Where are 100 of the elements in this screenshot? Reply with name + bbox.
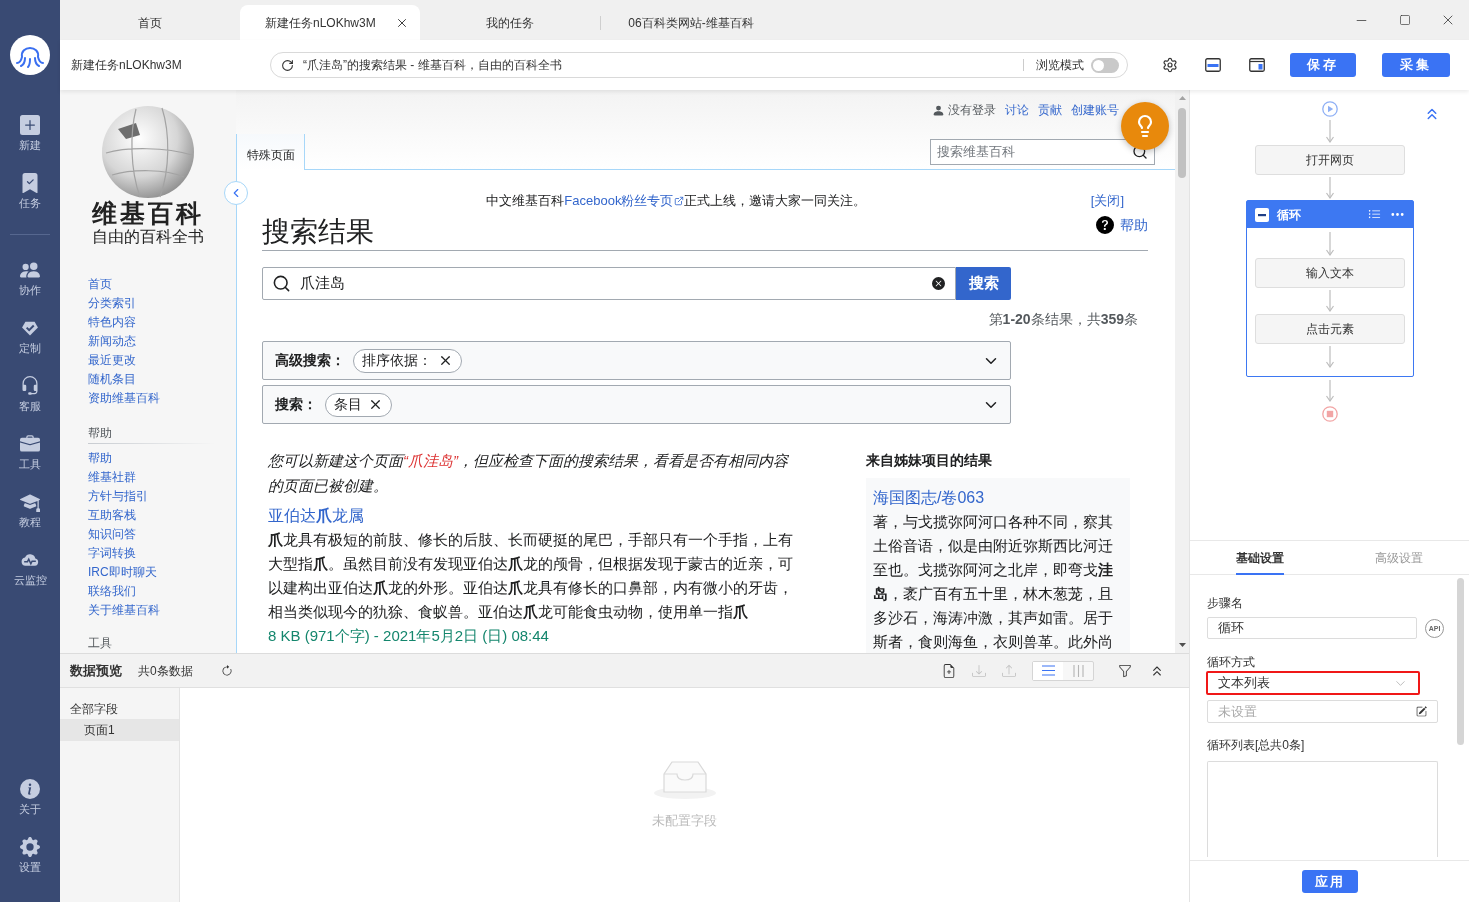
view-mode-button[interactable] <box>1033 661 1063 680</box>
scroll-down-icon[interactable] <box>1178 643 1186 647</box>
help-link[interactable]: 帮助 <box>1096 216 1148 234</box>
start-icon <box>1321 101 1338 117</box>
arrow-connector <box>1324 232 1335 256</box>
sidebar-item[interactable]: 教程 <box>0 481 60 539</box>
sidebar-item[interactable]: 新建 <box>0 104 60 162</box>
empty-inbox-icon <box>651 758 718 800</box>
add-file-icon[interactable] <box>942 663 956 678</box>
briefcase-icon <box>20 433 40 454</box>
clear-icon[interactable] <box>932 277 945 290</box>
nav-link[interactable]: 首页 <box>88 275 112 294</box>
nav-link[interactable]: 分类索引 <box>88 294 136 313</box>
sidebar-item[interactable]: 工具 <box>0 423 60 481</box>
collect-button[interactable]: 采集 <box>1382 53 1450 77</box>
settings-tab[interactable]: 基础设置 <box>1190 541 1330 574</box>
field-label: 步骤名 <box>1207 596 1244 610</box>
result-title-link[interactable]: 亚伯达爪龙属 <box>268 506 364 526</box>
scrollbar-thumb[interactable] <box>1178 108 1186 178</box>
sidebar-item[interactable]: 云监控 <box>0 539 60 597</box>
remove-icon[interactable] <box>438 353 453 368</box>
page-tab[interactable]: 特殊页面 <box>236 134 305 170</box>
search-icon <box>272 274 291 293</box>
nav-link[interactable]: 关于维基百科 <box>88 601 160 620</box>
personal-link[interactable]: 创建账号 <box>1071 101 1119 119</box>
preview-title: 数据预览 <box>70 661 122 680</box>
close-link[interactable]: [关闭] <box>1090 192 1124 210</box>
portal-heading: 帮助 <box>88 425 112 442</box>
filter-bar[interactable]: 搜索： 条目 <box>262 385 1011 424</box>
filter-label: 高级搜索： <box>275 351 345 370</box>
page-scrollbar[interactable] <box>1175 90 1189 653</box>
nav-link[interactable]: 互助客栈 <box>88 506 136 525</box>
save-button[interactable]: 保存 <box>1290 53 1356 77</box>
nav-link[interactable]: 联络我们 <box>88 582 136 601</box>
nav-link[interactable]: 维基社群 <box>88 468 136 487</box>
nav-link[interactable]: 方针与指引 <box>88 487 148 506</box>
search-placeholder: 搜索维基百科 <box>937 143 1015 162</box>
arrow-connector <box>1324 290 1335 312</box>
step-name-field[interactable]: 循环 <box>1207 617 1417 639</box>
sister-result-link[interactable]: 海国图志/卷063 <box>873 486 985 510</box>
nav-link[interactable]: 资助维基百科 <box>88 389 160 408</box>
browser-tab[interactable]: 06百科类网站-维基百科 <box>601 5 781 40</box>
portal-heading: 工具 <box>88 635 112 652</box>
filter-bar[interactable]: 高级搜索： 排序依据： <box>262 341 1011 380</box>
browser-tab[interactable]: 新建任务nLOKhw3M <box>240 5 420 40</box>
settings-icon[interactable] <box>1162 57 1178 73</box>
sidebar-item[interactable]: 任务 <box>0 162 60 220</box>
personal-link[interactable]: 讨论 <box>1005 101 1029 119</box>
settings-icon <box>20 836 40 857</box>
filter-chip[interactable]: 条目 <box>325 392 392 417</box>
browser-tab[interactable]: 首页 <box>60 5 240 40</box>
panel-layout-icon[interactable] <box>1205 58 1221 72</box>
step-node[interactable]: 打开网页 <box>1254 145 1405 175</box>
sister-results-heading: 来自姊妹项目的结果 <box>866 451 993 470</box>
window-layout-icon[interactable] <box>1249 58 1265 72</box>
create-page-notice: 您可以新建这个页面“爪洼岛”，但应检查下面的搜索结果，看看是否有相同内容的页面已被创建。 <box>268 451 790 496</box>
sidebar-item[interactable]: 客服 <box>0 365 60 423</box>
octopus-logo[interactable] <box>10 35 50 75</box>
nav-link[interactable]: 帮助 <box>88 449 112 468</box>
list-icon[interactable] <box>1367 208 1381 221</box>
nav-link[interactable]: IRC即时聊天 <box>88 563 157 582</box>
sister-result-snippet: 著，与戈揽弥阿河口各种不同，察其土俗音语，似是由附近弥斯西比河迁至也。戈揽弥阿河之北岸，即弯戈洼岛，袤广百有五十里，林木葱茏，且多沙石，海涛冲激，其声如雷。居于斯者，食则海鱼，衣则兽革。此外尚 <box>873 512 1114 652</box>
preview-count: 共0条数据 <box>138 662 193 680</box>
wiki-search-field[interactable]: 搜索维基百科 <box>930 139 1155 165</box>
nav-link[interactable]: 知识问答 <box>88 525 136 544</box>
filter-chip[interactable]: 排序依据： <box>353 348 462 373</box>
sidebar-item[interactable]: 协作 <box>0 249 60 307</box>
apply-button[interactable]: 应用 <box>1301 870 1358 893</box>
maximize-icon[interactable] <box>1398 14 1411 26</box>
step-node[interactable]: 输入文本 <box>1254 258 1405 288</box>
column-view-icon <box>1072 664 1084 677</box>
search-field[interactable]: 爪洼岛 <box>262 267 956 300</box>
result-snippet: 爪龙具有极短的前肢、修长的后肢、长而硬挺的尾巴，手部只有一个手指，上有大型指爪。虽然目前没有发现亚伯达爪龙的颅骨，但根据发现于蒙古的近亲，可以建构出亚伯达爪龙的外形。亚伯达爪龙具有修长的口鼻部，内有微小的牙齿，相当类似现今的犰狳、食蚁兽。亚伯达爪龙可能食虫动物，使用单一指爪 <box>268 530 794 622</box>
form-scrollbar-thumb[interactable] <box>1457 578 1464 745</box>
settings-tab[interactable]: 高级设置 <box>1329 541 1469 574</box>
edit-icon[interactable] <box>1416 706 1427 717</box>
search-button[interactable]: 搜索 <box>956 267 1011 300</box>
loop-node[interactable]: 循环 输入文本 点击元素 <box>1245 200 1414 377</box>
nav-link[interactable]: 随机条目 <box>88 370 136 389</box>
remove-icon[interactable] <box>368 397 383 412</box>
browser-tab[interactable]: 我的任务 <box>420 5 600 40</box>
personal-link[interactable]: 贡献 <box>1038 101 1062 119</box>
loop-mode-select[interactable]: 文本列表 <box>1206 671 1420 695</box>
collapse-button[interactable] <box>224 181 248 205</box>
field-list-item[interactable]: 页面1 <box>60 719 179 741</box>
notice-link[interactable]: Facebook粉丝专页 <box>564 193 685 208</box>
sidebar-item[interactable]: 关于 <box>0 768 60 826</box>
sidebar-item[interactable]: 设置 <box>0 826 60 884</box>
nav-link[interactable]: 字词转换 <box>88 544 136 563</box>
stop-icon <box>1321 406 1338 422</box>
browse-mode-toggle[interactable] <box>1091 57 1119 73</box>
nav-link[interactable]: 最近更改 <box>88 351 136 370</box>
nav-link[interactable]: 特色内容 <box>88 313 136 332</box>
refresh-icon[interactable] <box>220 664 233 677</box>
sidebar-item[interactable]: 定制 <box>0 307 60 365</box>
reload-icon[interactable] <box>281 58 294 72</box>
nav-link[interactable]: 新闻动态 <box>88 332 136 351</box>
filter-icon[interactable] <box>1118 663 1132 678</box>
filter-label: 搜索： <box>275 395 317 414</box>
step-node[interactable]: 点击元素 <box>1254 314 1405 344</box>
